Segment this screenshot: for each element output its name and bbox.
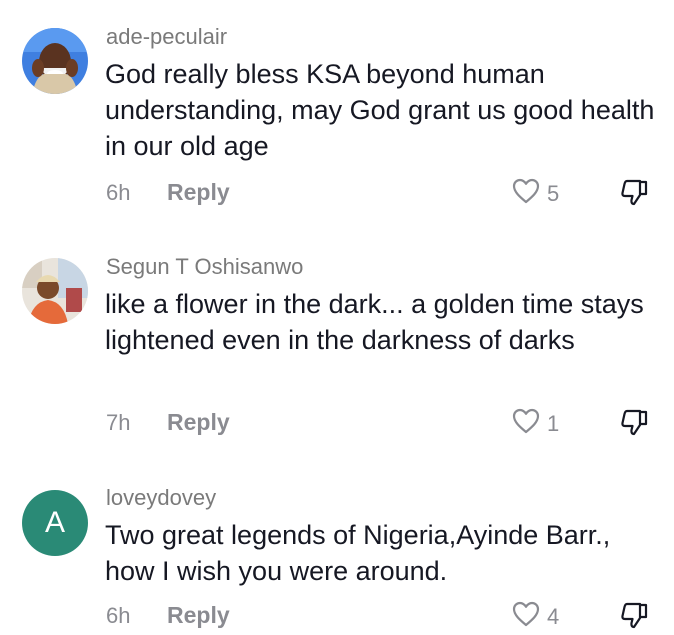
like-count: 5 xyxy=(547,180,560,206)
avatar[interactable]: A xyxy=(22,490,88,556)
thumbs-down-icon xyxy=(618,602,650,634)
comment-timestamp: 6h xyxy=(106,603,131,628)
like-count: 4 xyxy=(547,603,560,629)
comment-text: God really bless KSA beyond human unders… xyxy=(105,59,655,161)
avatar[interactable] xyxy=(22,258,88,324)
thumbs-down-icon xyxy=(618,409,650,441)
reply-button[interactable]: Reply xyxy=(167,409,230,436)
like-button[interactable]: 5 xyxy=(511,177,559,210)
avatar[interactable] xyxy=(22,28,88,94)
dislike-button[interactable] xyxy=(618,407,650,442)
comment-username[interactable]: loveydovey xyxy=(106,485,216,511)
user-photo-avatar-icon xyxy=(22,28,88,94)
comment-text: Two great legends of Nigeria,Ayinde Barr… xyxy=(105,520,611,586)
comment-timestamp: 7h xyxy=(106,410,131,435)
reply-button[interactable]: Reply xyxy=(167,179,230,206)
thumbs-down-icon xyxy=(618,179,650,211)
like-button[interactable]: 4 xyxy=(511,600,559,633)
heart-outline-icon xyxy=(511,177,541,210)
comment-username[interactable]: Segun T Oshisanwo xyxy=(106,254,303,280)
heart-outline-icon xyxy=(511,600,541,633)
like-count: 1 xyxy=(547,410,560,436)
dislike-button[interactable] xyxy=(618,177,650,212)
comment-text: like a flower in the dark... a golden ti… xyxy=(105,289,644,355)
heart-outline-icon xyxy=(511,407,541,440)
dislike-button[interactable] xyxy=(618,600,650,635)
like-button[interactable]: 1 xyxy=(511,407,559,440)
user-photo-avatar-icon xyxy=(22,258,88,324)
comment-timestamp: 6h xyxy=(106,180,131,205)
avatar-letter: A xyxy=(44,506,65,539)
comment-username[interactable]: ade-peculair xyxy=(106,24,227,50)
